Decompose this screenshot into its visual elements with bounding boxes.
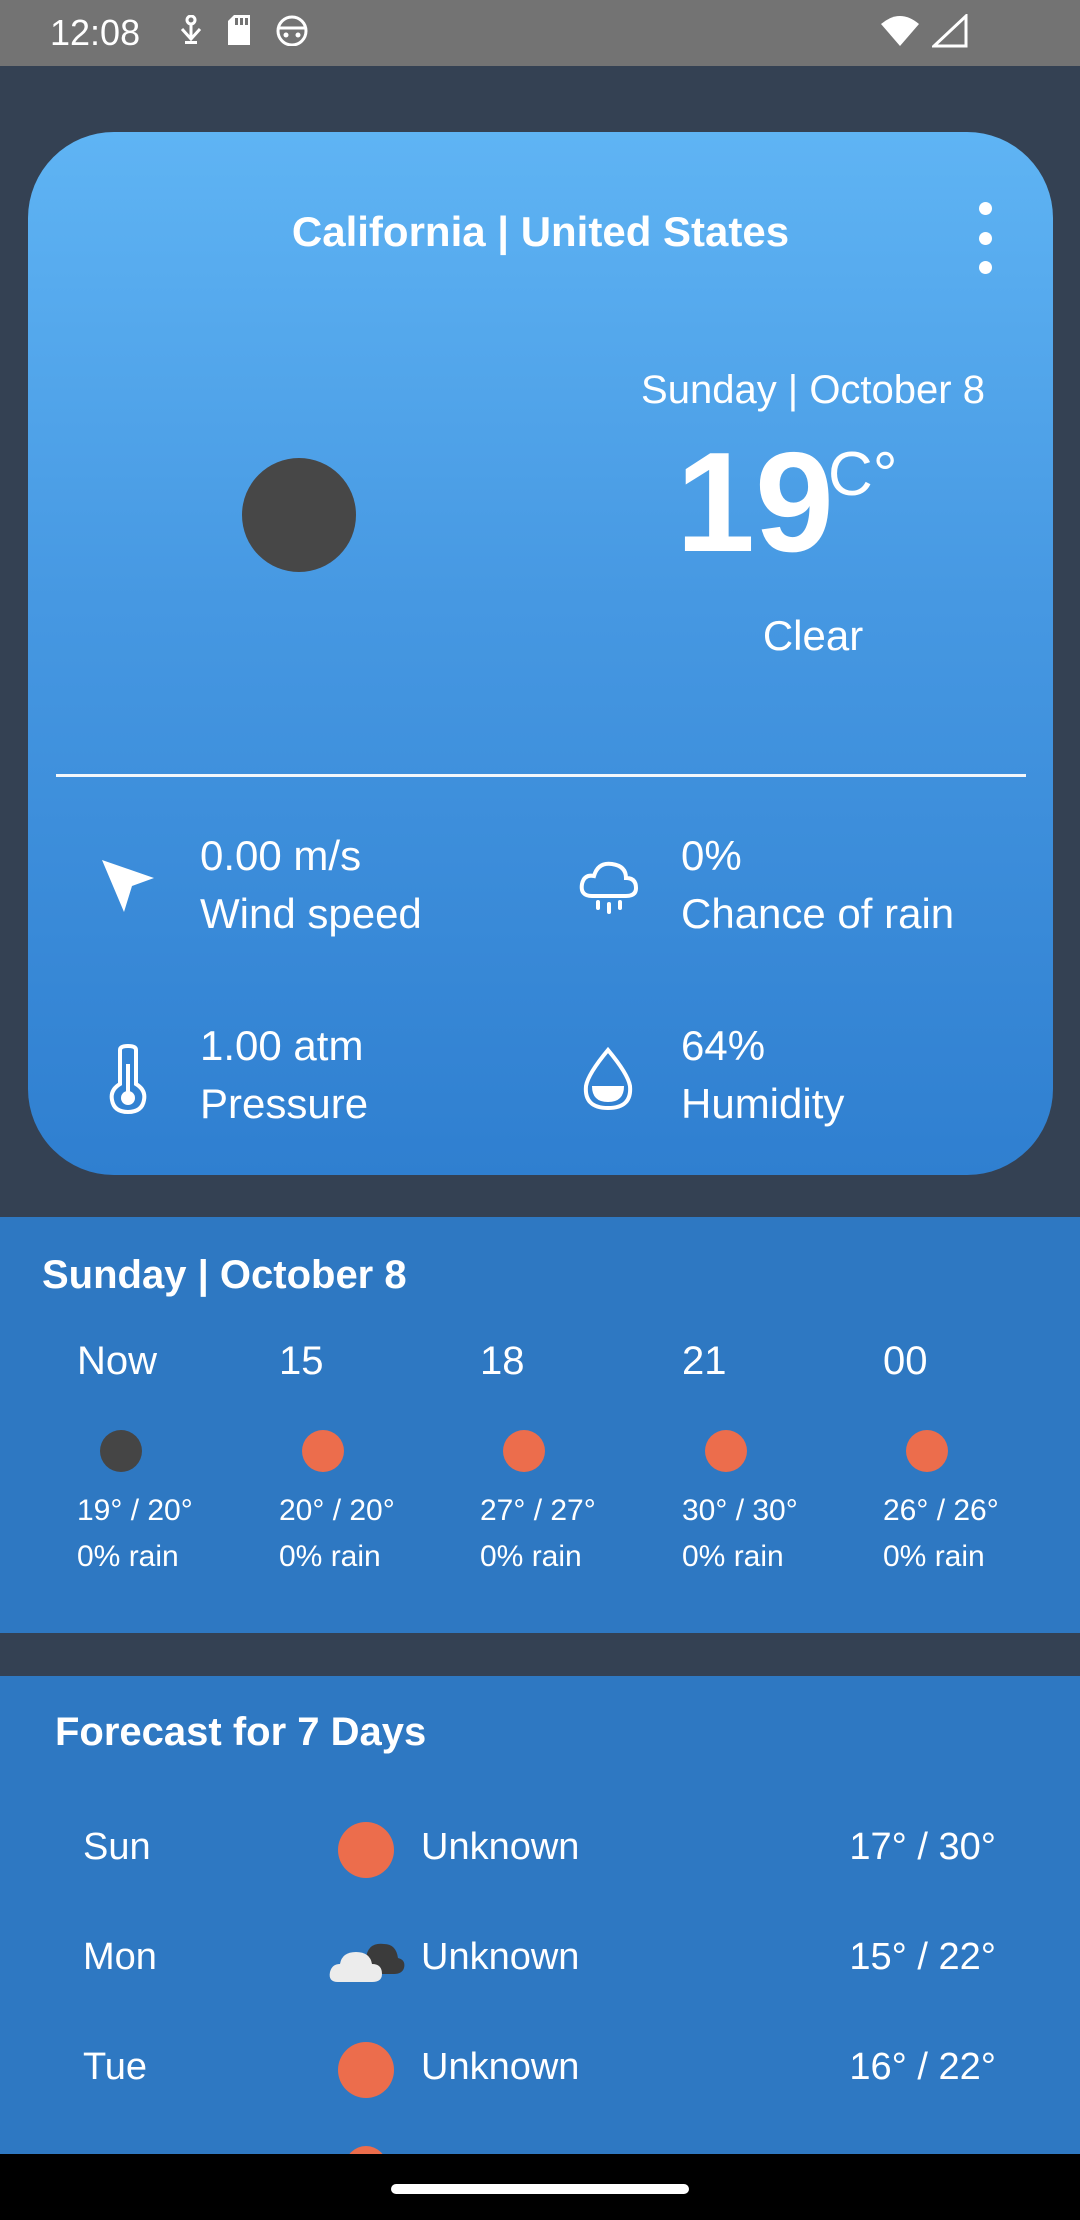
weekly-forecast-title: Forecast for 7 Days — [55, 1710, 427, 1754]
rain-chance-value: 0% — [681, 832, 742, 879]
water-drop-icon — [583, 1046, 633, 1111]
sun-icon — [338, 2042, 394, 2098]
hour-temp: 19° / 20° — [77, 1494, 193, 1527]
forecast-day-row[interactable]: Mon Unknown 15° / 22° — [0, 1926, 1080, 1996]
divider — [56, 774, 1026, 777]
moon-icon — [100, 1430, 142, 1472]
temperature-unit: C° — [828, 440, 898, 509]
humidity-value: 64% — [681, 1022, 766, 1069]
hourly-forecast-panel: Sunday | October 8 Now 19° / 20° 0% rain… — [0, 1217, 1080, 1633]
day-temperature: 16° / 22° — [849, 2046, 996, 2088]
sun-icon — [338, 1822, 394, 1878]
hour-temp: 20° / 20° — [279, 1494, 395, 1527]
hour-label: 18 — [480, 1339, 525, 1383]
weekly-forecast-panel: Forecast for 7 Days Sun Unknown 17° / 30… — [0, 1676, 1080, 2154]
day-temperature: 17° / 30° — [849, 1826, 996, 1868]
hour-rain: 0% rain — [682, 1540, 784, 1573]
wind-speed-value: 0.00 m/s — [200, 832, 362, 879]
day-condition: Unknown — [421, 1826, 580, 1868]
hourly-item: 21 30° / 30° 0% rain — [682, 1339, 862, 1574]
sun-icon — [302, 1430, 344, 1472]
pressure-label: Pressure — [200, 1080, 369, 1127]
home-indicator[interactable] — [391, 2184, 689, 2194]
sun-icon — [906, 1430, 948, 1472]
rain-chance-label: Chance of rain — [681, 890, 955, 937]
hourly-item: Now 19° / 20° 0% rain — [77, 1339, 257, 1574]
status-time: 12:08 — [50, 12, 141, 53]
day-temperature: 15° / 22° — [849, 1936, 996, 1978]
sun-icon — [705, 1430, 747, 1472]
wind-speed-label: Wind speed — [200, 890, 422, 937]
usb-debug-icon — [180, 15, 202, 44]
android-face-icon — [276, 15, 308, 46]
forecast-day-row[interactable]: Tue Unknown 16° / 22° — [0, 2036, 1080, 2106]
sun-icon — [345, 2146, 387, 2154]
current-condition: Clear — [762, 612, 864, 659]
signal-icon — [932, 14, 968, 48]
hour-temp: 26° / 26° — [883, 1494, 999, 1527]
day-name: Sun — [83, 1826, 151, 1868]
location-title: California | United States — [291, 208, 790, 255]
sun-icon — [503, 1430, 545, 1472]
hour-temp: 30° / 30° — [682, 1494, 798, 1527]
hour-label: 21 — [682, 1339, 727, 1383]
status-bar: 12:08 — [0, 0, 1080, 66]
day-name: Tue — [83, 2046, 148, 2088]
dark-circle-icon — [242, 458, 356, 572]
current-temperature: 19 — [676, 423, 834, 582]
day-condition: Unknown — [421, 2046, 580, 2088]
wifi-icon — [881, 16, 919, 46]
more-options-button[interactable] — [965, 198, 1005, 278]
hour-label: 15 — [279, 1339, 324, 1383]
hourly-item: 00 26° / 26° 0% rain — [883, 1339, 1063, 1574]
hour-rain: 0% rain — [883, 1540, 985, 1573]
hourly-item: 15 20° / 20° 0% rain — [279, 1339, 459, 1574]
hourly-item: 18 27° / 27° 0% rain — [480, 1339, 660, 1574]
hour-label: Now — [77, 1339, 158, 1383]
navigation-arrow-icon — [102, 860, 154, 912]
current-weather-card: California | United States Sunday | Octo… — [28, 132, 1053, 1175]
hourly-forecast-title: Sunday | October 8 — [42, 1253, 407, 1297]
sd-card-icon — [228, 15, 250, 45]
rain-cloud-icon — [579, 861, 639, 914]
hour-rain: 0% rain — [77, 1540, 179, 1573]
hour-label: 00 — [883, 1339, 928, 1383]
hour-temp: 27° / 27° — [480, 1494, 596, 1527]
thermometer-icon — [109, 1044, 147, 1114]
hour-rain: 0% rain — [480, 1540, 582, 1573]
day-name: Mon — [83, 1936, 157, 1978]
cloud-icon — [329, 1943, 405, 1982]
day-condition: Unknown — [421, 1936, 580, 1978]
current-date: Sunday | October 8 — [641, 368, 985, 412]
more-vert-icon — [978, 202, 992, 215]
pressure-value: 1.00 atm — [200, 1022, 364, 1069]
hour-rain: 0% rain — [279, 1540, 381, 1573]
forecast-day-row[interactable]: Sun Unknown 17° / 30° — [0, 1816, 1080, 1886]
humidity-label: Humidity — [681, 1080, 845, 1127]
